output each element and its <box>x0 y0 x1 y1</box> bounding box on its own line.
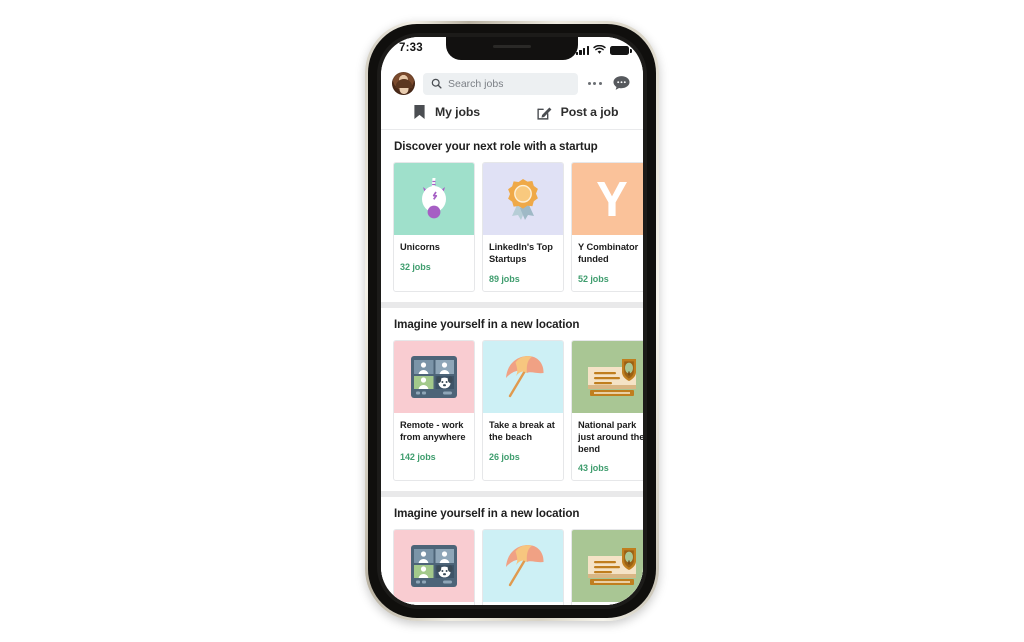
beach-umbrella-illustration <box>483 530 563 603</box>
card-title: Unicorns <box>400 242 440 252</box>
search-input[interactable]: Search jobs <box>423 72 578 95</box>
status-time: 7:33 <box>399 42 423 54</box>
phone-device-frame: 7:33 Search jobs My jobs Post a job Disc… <box>365 21 659 621</box>
award-badge-illustration <box>483 163 563 235</box>
card-title: National park just around the bend <box>578 419 643 454</box>
jobs-feed[interactable]: Discover your next role with a startup U… <box>381 130 643 605</box>
section-title: Imagine yourself in a new location <box>394 317 580 331</box>
card-title: Take a break at the beach <box>483 602 563 605</box>
park-sign-illustration <box>572 530 643 603</box>
job-collection-card[interactable]: Take a break at the beach 26 jobs <box>482 339 564 482</box>
card-title: Remote - work from anywhere <box>400 419 466 442</box>
card-job-count: 142 jobs <box>400 451 436 462</box>
feed-section: Discover your next role with a startup U… <box>381 130 643 302</box>
section-title: Discover your next role with a startup <box>394 140 598 153</box>
tab-my-jobs[interactable]: My jobs <box>381 104 512 120</box>
display-notch <box>446 37 578 60</box>
job-collection-card[interactable]: National park just around the bend 43 jo… <box>571 529 643 605</box>
card-job-count: 43 jobs <box>578 463 609 474</box>
compose-icon <box>537 106 552 120</box>
quick-action-tabs: My jobs Post a job <box>381 103 643 130</box>
video-call-illustration <box>394 340 474 413</box>
tab-my-jobs-label: My jobs <box>434 105 481 119</box>
beach-umbrella-illustration <box>483 340 563 413</box>
park-sign-illustration <box>572 340 643 413</box>
card-carousel[interactable]: Remote - work from anywhere 142 jobs <box>381 339 643 482</box>
job-collection-card[interactable]: Remote - work from anywhere 142 jobs <box>393 339 475 482</box>
job-collection-card[interactable]: National park just around the bend 43 jo… <box>571 339 643 482</box>
phone-screen: 7:33 Search jobs My jobs Post a job Disc… <box>381 37 643 605</box>
y-combinator-logo <box>572 163 643 235</box>
job-collection-card[interactable]: Unicorns 32 jobs <box>393 162 475 292</box>
card-title: Y Combinator funded <box>578 242 639 264</box>
tab-post-a-job[interactable]: Post a job <box>512 104 643 120</box>
user-avatar[interactable] <box>392 72 415 95</box>
feed-section: Imagine yourself in a new location <box>381 307 643 492</box>
feed-section: Imagine yourself in a new location <box>381 497 643 605</box>
bookmark-icon <box>414 105 425 119</box>
unicorn-illustration <box>394 163 474 235</box>
section-title: Imagine yourself in a new location <box>394 507 580 521</box>
phone-inner-bezel: 7:33 Search jobs My jobs Post a job Disc… <box>377 33 647 609</box>
card-title: National park just around the bend <box>572 602 643 605</box>
card-title: LinkedIn's Top Startups <box>489 242 553 264</box>
search-icon <box>431 78 442 89</box>
wifi-icon <box>593 45 606 54</box>
messaging-icon[interactable] <box>612 75 631 92</box>
card-carousel[interactable]: Remote - work from anywhere 142 jobs <box>381 529 643 605</box>
phone-bezel: 7:33 Search jobs My jobs Post a job Disc… <box>368 24 656 618</box>
status-indicators <box>575 43 632 55</box>
more-options-icon[interactable] <box>586 78 604 89</box>
job-collection-card[interactable]: Y Combinator funded 52 jobs <box>571 162 643 292</box>
app-top-bar: Search jobs <box>381 66 643 103</box>
battery-icon <box>610 45 632 55</box>
card-job-count: 52 jobs <box>578 273 609 284</box>
card-job-count: 26 jobs <box>489 451 520 462</box>
search-placeholder: Search jobs <box>448 77 504 90</box>
earpiece-speaker <box>493 45 531 48</box>
card-title: Remote - work from anywhere <box>394 602 474 605</box>
card-title: Take a break at the beach <box>489 419 555 442</box>
card-carousel[interactable]: Unicorns 32 jobs LinkedIn's Top Startups… <box>381 162 643 292</box>
card-job-count: 32 jobs <box>400 261 431 272</box>
status-bar: 7:33 <box>381 37 643 66</box>
job-collection-card[interactable]: LinkedIn's Top Startups 89 jobs <box>482 162 564 292</box>
screenshot-canvas: 7:33 Search jobs My jobs Post a job Disc… <box>0 0 1024 642</box>
job-collection-card[interactable]: Remote - work from anywhere 142 jobs <box>393 529 475 605</box>
tab-post-a-job-label: Post a job <box>560 105 619 119</box>
job-collection-card[interactable]: Take a break at the beach 26 jobs <box>482 529 564 605</box>
card-job-count: 89 jobs <box>489 273 520 284</box>
video-call-illustration <box>394 530 474 603</box>
